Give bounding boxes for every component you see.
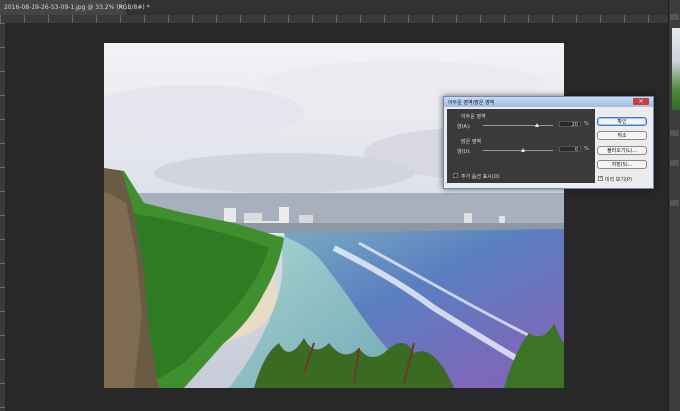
cancel-button[interactable]: 취소: [597, 131, 647, 140]
tab-close-icon[interactable]: ×: [118, 0, 124, 15]
highlights-amount-slider-thumb[interactable]: [521, 148, 525, 152]
preview-label: 미리 보기(P): [605, 177, 632, 183]
highlights-amount-unit: %: [584, 146, 589, 152]
coastal-landscape-image: [104, 43, 564, 388]
dialog-title: 어두운 영역/밝은 영역: [448, 100, 495, 106]
dialog-title-bar[interactable]: 어두운 영역/밝은 영역 ✕: [444, 97, 653, 107]
panel-tool-button[interactable]: [670, 200, 679, 206]
more-options-label: 추가 옵션 표시(O): [461, 174, 500, 180]
panel-collapse-button[interactable]: [670, 14, 679, 20]
load-button[interactable]: 불러오기(L)...: [597, 146, 647, 155]
shadows-group-label: 어두운 영역: [461, 114, 486, 120]
shadows-amount-slider-thumb[interactable]: [535, 123, 539, 127]
highlights-amount-label: 양(U):: [457, 149, 471, 155]
save-button[interactable]: 저장(S)...: [597, 160, 647, 169]
close-icon[interactable]: ✕: [633, 98, 649, 105]
shadows-amount-unit: %: [584, 121, 589, 127]
highlights-amount-input[interactable]: 0: [559, 146, 581, 153]
document-tab-bar: 2016-08-19-26-53-09-1.jpg @ 33.2% (RGB/8…: [0, 0, 668, 15]
shadows-amount-slider[interactable]: [483, 125, 553, 126]
document-tab[interactable]: 2016-08-19-26-53-09-1.jpg @ 33.2% (RGB/8…: [0, 0, 150, 15]
panel-tool-button[interactable]: [670, 160, 679, 166]
ok-button[interactable]: 확인: [597, 117, 647, 126]
shadows-amount-label: 양(A):: [457, 124, 471, 130]
shadows-amount-input[interactable]: 20: [559, 121, 581, 128]
document-photo[interactable]: [104, 43, 564, 388]
preview-checkbox[interactable]: [598, 175, 603, 181]
more-options-checkbox[interactable]: [453, 173, 458, 178]
navigator-thumbnail[interactable]: [672, 28, 680, 110]
dialog-settings-panel: 어두운 영역 양(A): 20 % 밝은 영역 양(U): 0 % 추가 옵션 …: [447, 109, 595, 183]
highlights-amount-slider[interactable]: [483, 150, 553, 151]
document-tab-title: 2016-08-19-26-53-09-1.jpg @ 33.2% (RGB/8…: [4, 4, 150, 11]
panel-tool-button[interactable]: [670, 130, 679, 136]
shadows-highlights-dialog: 어두운 영역/밝은 영역 ✕ 어두운 영역 양(A): 20 % 밝은 영역 양…: [443, 96, 654, 189]
highlights-group-label: 밝은 영역: [461, 139, 481, 145]
